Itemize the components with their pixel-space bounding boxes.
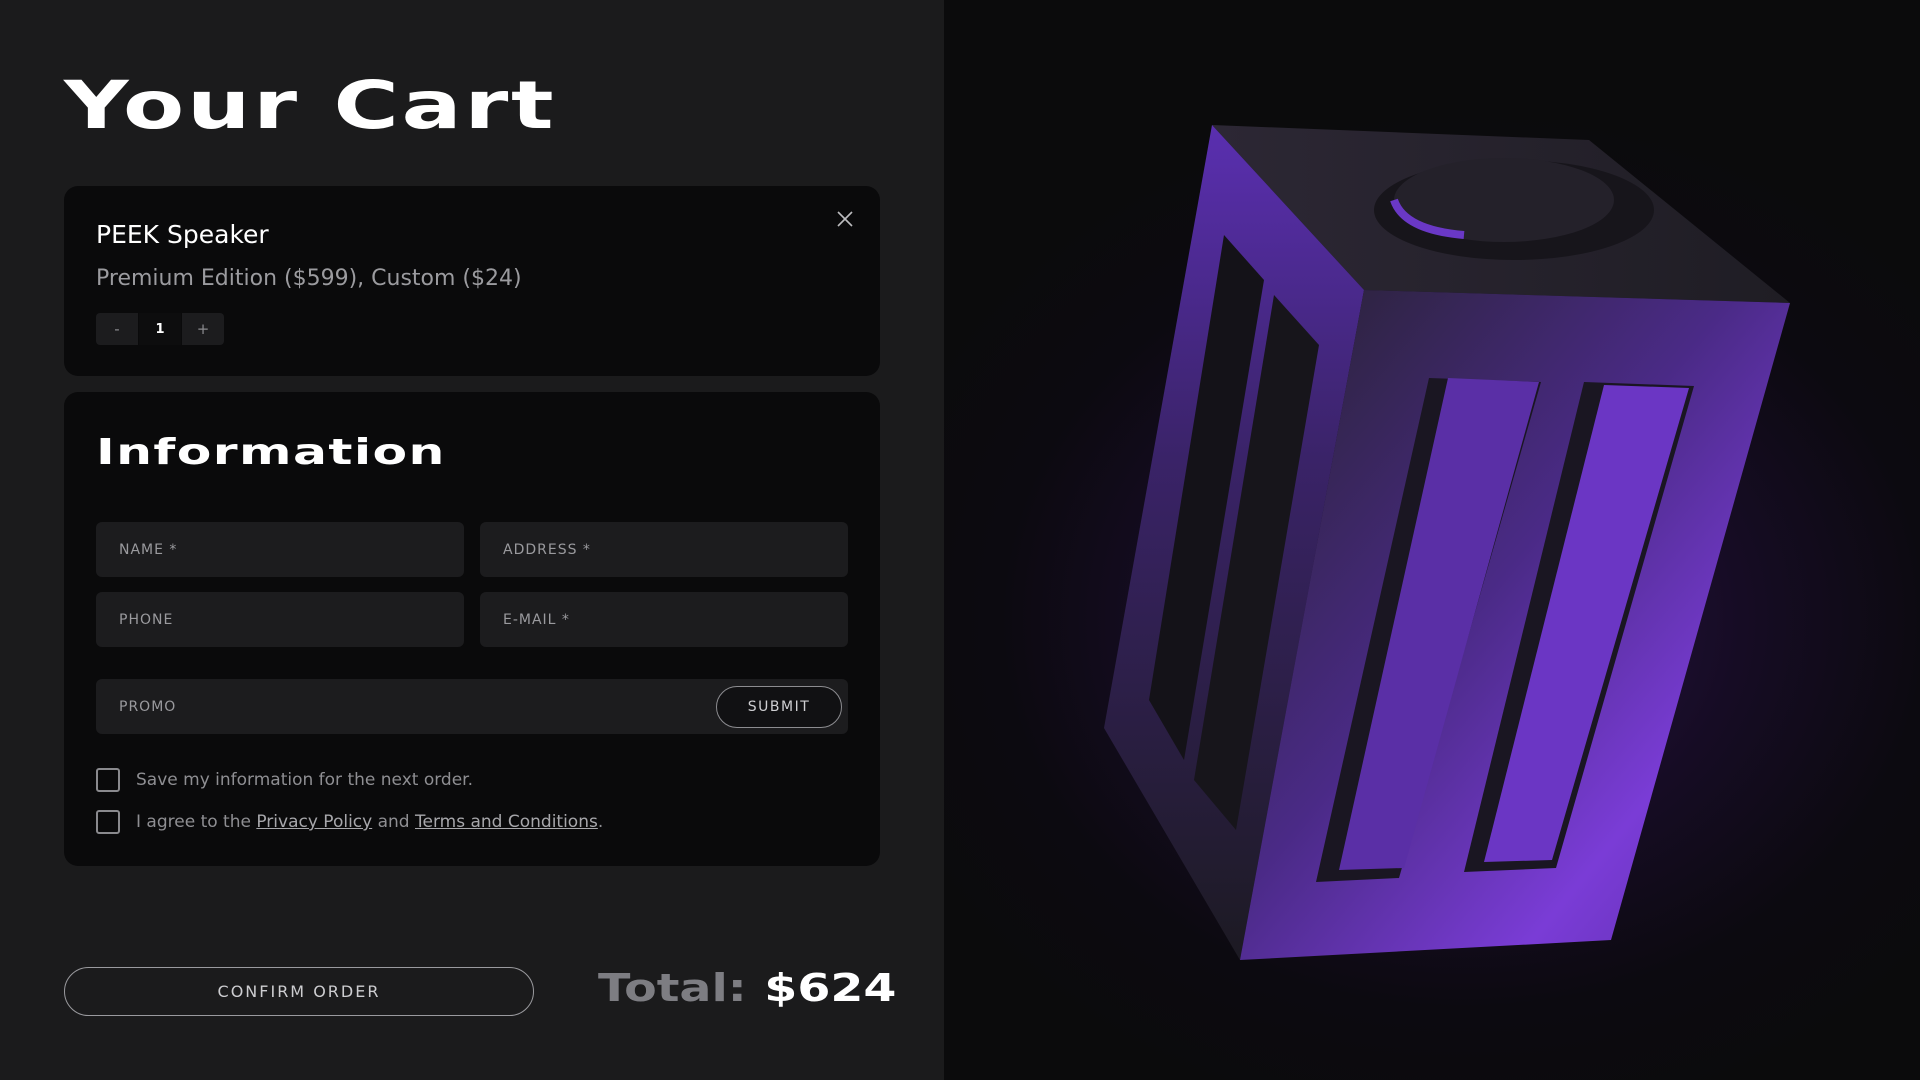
order-total: Total: $624 bbox=[598, 966, 896, 1010]
agree-terms-checkbox[interactable] bbox=[96, 810, 120, 834]
information-title: Information bbox=[96, 432, 446, 473]
product-showcase bbox=[944, 0, 1920, 1080]
name-field[interactable]: NAME * bbox=[96, 522, 464, 577]
promo-submit-button[interactable]: SUBMIT bbox=[716, 686, 842, 728]
agree-suffix: . bbox=[597, 812, 604, 832]
phone-field[interactable]: PHONE bbox=[96, 592, 464, 647]
page-title: Your Cart bbox=[64, 67, 557, 144]
cart-item-card: PEEK Speaker Premium Edition ($599), Cus… bbox=[64, 186, 880, 376]
quantity-stepper: - 1 + bbox=[96, 313, 224, 345]
email-field[interactable]: E-MAIL * bbox=[480, 592, 848, 647]
save-info-checkbox[interactable] bbox=[96, 768, 120, 792]
terms-link[interactable]: Terms and Conditions bbox=[415, 812, 598, 832]
agree-and: and bbox=[372, 812, 415, 832]
save-info-label: Save my information for the next order. bbox=[136, 770, 473, 790]
information-card: Information NAME * ADDRESS * PHONE E-MAI… bbox=[64, 392, 880, 866]
confirm-order-button[interactable]: CONFIRM ORDER bbox=[64, 967, 534, 1016]
product-name: PEEK Speaker bbox=[96, 220, 269, 249]
total-value: $624 bbox=[764, 966, 897, 1010]
decrease-quantity-button[interactable]: - bbox=[96, 313, 138, 345]
address-field[interactable]: ADDRESS * bbox=[480, 522, 848, 577]
agree-prefix: I agree to the bbox=[136, 812, 257, 832]
close-icon bbox=[837, 211, 853, 227]
product-description: Premium Edition ($599), Custom ($24) bbox=[96, 266, 522, 291]
speaker-render-image bbox=[1104, 125, 1790, 960]
total-label: Total: bbox=[598, 966, 747, 1010]
remove-item-button[interactable] bbox=[830, 204, 860, 234]
cart-panel: Your Cart PEEK Speaker Premium Edition (… bbox=[0, 0, 944, 1080]
quantity-value[interactable]: 1 bbox=[139, 313, 181, 345]
agree-terms-row: I agree to the Privacy Policy and Terms … bbox=[96, 810, 603, 834]
increase-quantity-button[interactable]: + bbox=[182, 313, 224, 345]
agree-terms-label: I agree to the Privacy Policy and Terms … bbox=[136, 812, 603, 832]
save-info-row: Save my information for the next order. bbox=[96, 768, 473, 792]
privacy-policy-link[interactable]: Privacy Policy bbox=[256, 812, 372, 832]
